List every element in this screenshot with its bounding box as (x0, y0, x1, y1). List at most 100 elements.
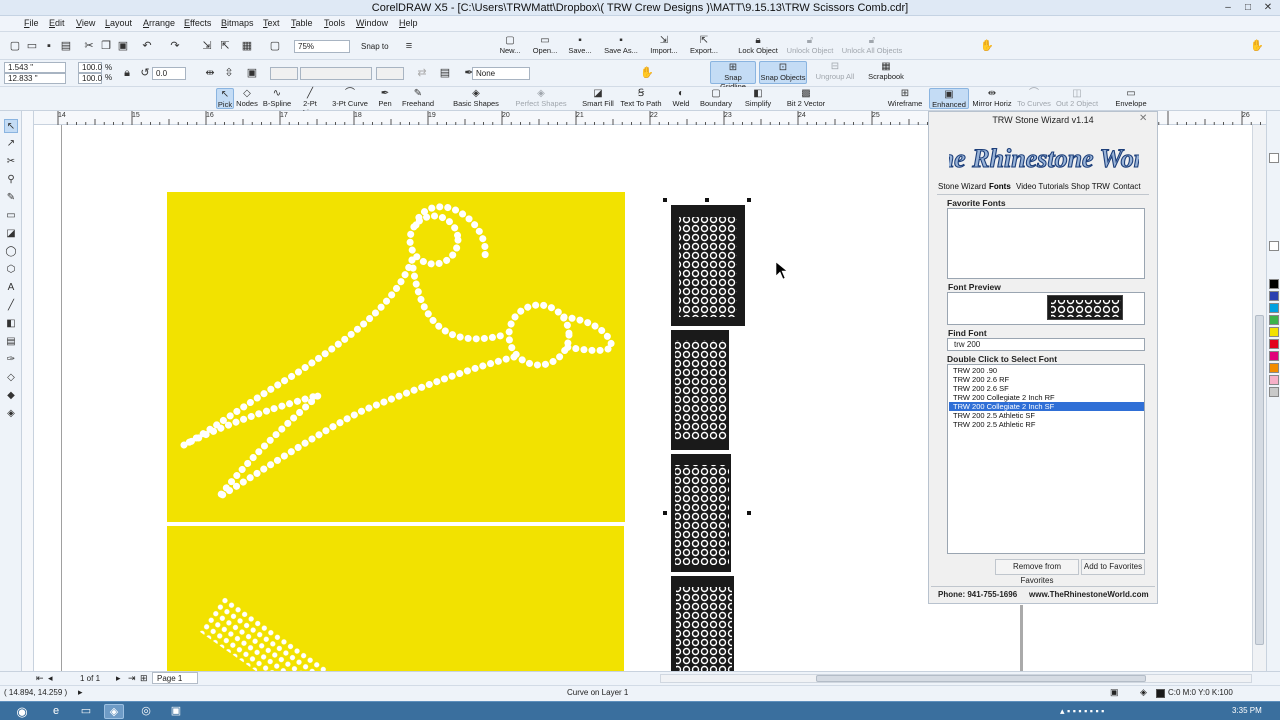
open-folder-icon[interactable]: ▭ (25, 39, 39, 53)
arrow-style-select[interactable] (376, 67, 404, 80)
start-button-icon[interactable]: ◉ (4, 704, 40, 719)
rectangle-tool-icon[interactable]: ▭ (4, 209, 18, 223)
copy-icon[interactable]: ❐ (99, 39, 113, 53)
mirror-horiz-button[interactable]: ⇹ Mirror Horiz (972, 88, 1012, 108)
bit-2-vector-button[interactable]: ▩ Bit 2 Vector (785, 88, 827, 108)
letter-tiles[interactable] (671, 205, 745, 671)
enhanced-view-button[interactable]: ▣ Enhanced (929, 88, 969, 109)
three-pt-curve-button[interactable]: ⌒ 3-Pt Curve (331, 88, 369, 108)
tab-shop-trw[interactable]: Shop TRW (1071, 182, 1110, 191)
menu-edit[interactable]: Edit (49, 18, 65, 28)
rotation-angle-field[interactable]: 0.0 (152, 67, 186, 80)
add-page-icon[interactable]: ⊞ (140, 673, 148, 684)
shape-tool-icon[interactable]: ↗ (4, 137, 18, 151)
last-page-icon[interactable]: ⇥ (128, 673, 136, 684)
docker-close-icon[interactable]: ✕ (1139, 113, 1147, 124)
next-page-icon[interactable]: ▸ (116, 673, 121, 684)
print-icon[interactable]: ▤ (59, 39, 73, 53)
chrome-taskbar-icon[interactable]: ◎ (136, 704, 156, 719)
menu-arrange[interactable]: Arrange (143, 18, 175, 28)
out-2-object-button[interactable]: ◫ Out 2 Object (1055, 88, 1099, 108)
new-button[interactable]: ▢ New... (496, 35, 524, 55)
envelope-button[interactable]: ▭ Envelope (1114, 88, 1148, 108)
first-page-icon[interactable]: ⇤ (36, 673, 44, 684)
app-taskbar-icon[interactable]: ▣ (166, 704, 186, 719)
nodes-button[interactable]: ◇ Nodes (236, 88, 258, 108)
y-position-field[interactable]: 12.833 " (4, 73, 66, 84)
no-color-swatch[interactable] (1269, 153, 1279, 163)
wireframe-button[interactable]: ⊞ Wireframe (886, 88, 924, 108)
perfect-shapes-button[interactable]: ◈ Perfect Shapes (514, 88, 568, 108)
x-position-field[interactable]: 1.543 " (4, 62, 66, 73)
coreldraw-taskbar-icon[interactable]: ◈ (104, 704, 124, 719)
menu-tools[interactable]: Tools (324, 18, 345, 28)
favorite-fonts-list[interactable] (947, 208, 1145, 279)
tab-stone-wizard[interactable]: Stone Wizard (938, 182, 986, 191)
save-icon[interactable]: ▪ (42, 39, 56, 53)
swatch-white[interactable] (1269, 241, 1279, 251)
remove-from-favorites-button[interactable]: Remove from Favorites (995, 559, 1079, 585)
undo-icon[interactable]: ↶ (140, 39, 154, 53)
new-doc-icon[interactable]: ▢ (8, 39, 22, 53)
find-font-input[interactable]: trw 200 (947, 338, 1145, 351)
arrow-swap-icon[interactable]: ⇄ (415, 66, 429, 80)
text-tool-icon[interactable]: A (4, 281, 18, 295)
unlock-all-objects-button[interactable]: 🔓︎ Unlock All Objects (841, 35, 903, 55)
transform-icon[interactable]: ▣ (245, 66, 259, 80)
close-button[interactable]: ✕ (1260, 1, 1276, 14)
line-style-select[interactable] (300, 67, 372, 80)
outline-tool-icon[interactable]: ◇ (4, 371, 18, 385)
export-button[interactable]: ⇱ Export... (687, 35, 721, 55)
font-list-item[interactable]: TRW 200 2.6 RF (953, 375, 1143, 384)
swatch-magenta[interactable] (1269, 351, 1279, 361)
snap-to-dropdown[interactable]: Snap to (361, 42, 389, 51)
crop-tool-icon[interactable]: ✂ (4, 155, 18, 169)
save-as-button[interactable]: ▪ Save As... (602, 35, 640, 55)
minimize-button[interactable]: – (1220, 1, 1236, 14)
maximize-button[interactable]: □ (1240, 1, 1256, 14)
horizontal-scroll-thumb[interactable] (816, 675, 1146, 682)
tray-icons[interactable]: ▴ ▪ ▪ ▪ ▪ ▪ ▪ ▪ (1060, 706, 1104, 717)
smart-fill-button[interactable]: ◪ Smart Fill (581, 88, 615, 108)
horizontal-scrollbar[interactable] (660, 674, 1252, 683)
page-tab[interactable]: Page 1 (152, 672, 198, 684)
snap-objects-button[interactable]: ⊡ Snap Objects (759, 61, 807, 84)
freehand-tool-icon[interactable]: ✎ (4, 191, 18, 205)
transparency-tool-icon[interactable]: ▤ (4, 335, 18, 349)
lock-object-button[interactable]: 🔒︎ Lock Object (737, 35, 779, 55)
pen-button[interactable]: ✒ Pen (375, 88, 395, 108)
menu-text[interactable]: Text (263, 18, 280, 28)
menu-help[interactable]: Help (399, 18, 418, 28)
status-expand-icon[interactable]: ▸ (78, 687, 83, 698)
redo-icon[interactable]: ↷ (168, 39, 182, 53)
fill-tool-icon[interactable]: ◆ (4, 389, 18, 403)
font-list[interactable]: TRW 200 .90 TRW 200 2.6 RF TRW 200 2.6 S… (947, 364, 1145, 554)
pick-tool-icon[interactable]: ↖ (4, 119, 18, 133)
polygon-tool-icon[interactable]: ⬡ (4, 263, 18, 277)
boundary-button[interactable]: ▢ Boundary (698, 88, 734, 108)
connector-tool-icon[interactable]: ╱ (4, 299, 18, 313)
pick-tool-button[interactable]: ↖ Pick (216, 88, 234, 109)
smart-fill-tool-icon[interactable]: ◪ (4, 227, 18, 241)
color-proof-icon[interactable]: ▣ (1110, 687, 1119, 698)
menu-file[interactable]: File (24, 18, 39, 28)
vertical-scroll-thumb[interactable] (1255, 315, 1264, 645)
website-link[interactable]: www.TheRhinestoneWorld.com (1029, 590, 1149, 599)
scale-height-field[interactable]: 100.0 (78, 73, 102, 84)
prev-page-icon[interactable]: ◂ (48, 673, 53, 684)
b-spline-button[interactable]: ∿ B-Spline (261, 88, 293, 108)
lock-ratio-icon[interactable]: 🔒︎ (120, 66, 134, 80)
font-list-item[interactable]: TRW 200 .90 (953, 366, 1143, 375)
unlock-object-button[interactable]: 🔓︎ Unlock Object (786, 35, 834, 55)
interactive-fill-icon[interactable]: ◈ (4, 407, 18, 421)
menu-window[interactable]: Window (356, 18, 388, 28)
snap-gridline-button[interactable]: ⊞Snap Gridline (710, 61, 756, 91)
zoom-tool-icon[interactable]: ⚲ (4, 173, 18, 187)
tab-contact[interactable]: Contact (1113, 182, 1141, 191)
mirror-vertical-icon[interactable]: ⇳ (222, 66, 236, 80)
full-screen-icon[interactable]: ▢ (268, 39, 282, 53)
mirror-horizontal-icon[interactable]: ⇹ (203, 66, 217, 80)
menu-bitmaps[interactable]: Bitmaps (221, 18, 254, 28)
zoom-level-select[interactable]: 75% (294, 40, 350, 53)
swatch-green[interactable] (1269, 315, 1279, 325)
